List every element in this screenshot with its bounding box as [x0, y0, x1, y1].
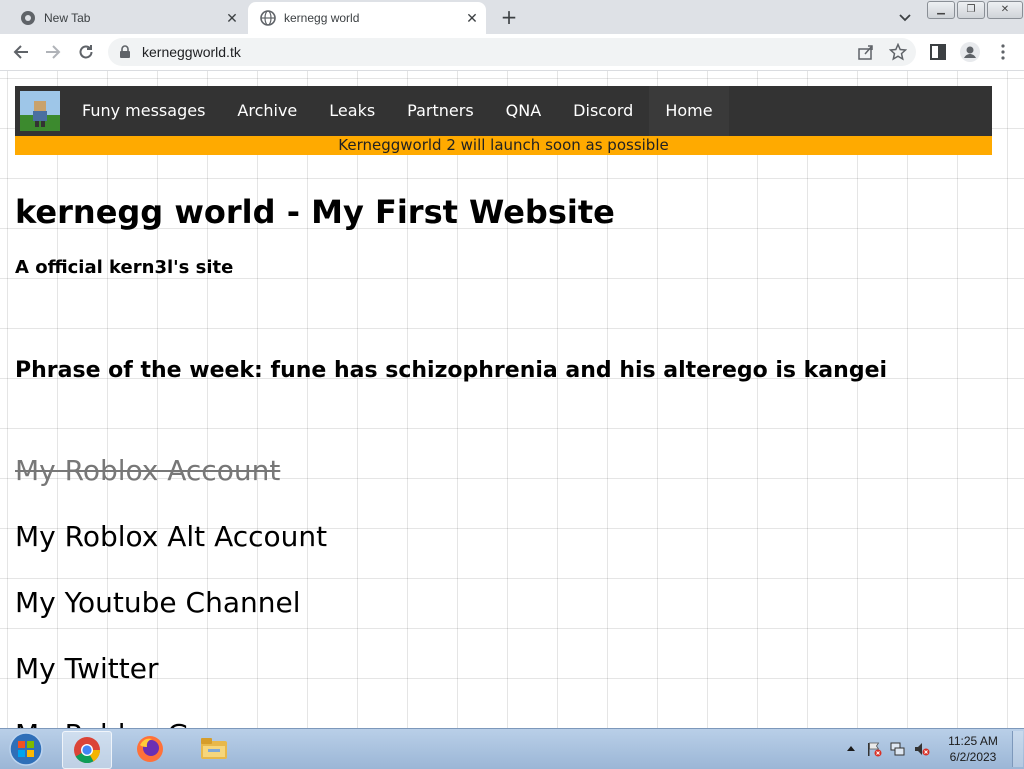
- site-navbar: Funy messages Archive Leaks Partners QNA…: [15, 86, 992, 136]
- nav-link-funy-messages[interactable]: Funy messages: [66, 86, 221, 136]
- lock-icon[interactable]: [118, 45, 132, 59]
- new-tab-button[interactable]: +: [498, 6, 520, 28]
- action-center-flag-icon[interactable]: [866, 741, 882, 757]
- tab-new-tab[interactable]: New Tab ✕: [8, 2, 246, 34]
- tab-kernegg-world[interactable]: kernegg world ✕: [248, 2, 486, 34]
- announcement-banner: Kerneggworld 2 will launch soon as possi…: [15, 136, 992, 155]
- back-arrow-icon[interactable]: [12, 43, 30, 61]
- page-subtitle: A official kern3l's site: [15, 257, 234, 278]
- firefox-icon: [137, 736, 163, 762]
- clock-date: 6/2/2023: [949, 750, 997, 764]
- tab-strip: New Tab ✕ kernegg world ✕ + ▁ ❐ ✕: [0, 0, 1024, 34]
- nav-link-partners[interactable]: Partners: [391, 86, 489, 136]
- window-close-button[interactable]: ✕: [987, 1, 1023, 19]
- phrase-of-the-week: Phrase of the week: fune has schizophren…: [15, 358, 888, 383]
- url-text: kerneggworld.tk: [142, 44, 241, 60]
- taskbar: 11:25 AM 6/2/2023: [0, 728, 1024, 769]
- menu-dots-icon[interactable]: [994, 43, 1012, 61]
- nav-link-qna[interactable]: QNA: [490, 86, 558, 136]
- taskbar-chrome[interactable]: [62, 731, 112, 769]
- nav-link-discord[interactable]: Discord: [557, 86, 649, 136]
- link-roblox-account[interactable]: My Roblox Account: [15, 454, 280, 487]
- globe-icon: [260, 10, 276, 26]
- link-youtube-channel[interactable]: My Youtube Channel: [15, 586, 300, 619]
- chrome-icon: [74, 737, 101, 764]
- link-roblox-group[interactable]: My Roblox G: [15, 718, 189, 728]
- tab-title: New Tab: [44, 11, 91, 25]
- start-button[interactable]: [6, 731, 46, 767]
- profile-avatar-icon[interactable]: [960, 42, 980, 62]
- window-controls: ▁ ❐ ✕: [927, 1, 1023, 19]
- chevron-down-icon[interactable]: [896, 8, 914, 26]
- taskbar-file-explorer[interactable]: [189, 731, 237, 767]
- web-page: Funy messages Archive Leaks Partners QNA…: [0, 71, 1024, 728]
- volume-muted-icon[interactable]: [914, 741, 930, 757]
- address-bar[interactable]: kerneggworld.tk: [108, 38, 916, 66]
- file-explorer-icon: [201, 738, 227, 759]
- system-clock[interactable]: 11:25 AM 6/2/2023: [940, 733, 1006, 765]
- side-panel-icon[interactable]: [929, 43, 947, 61]
- share-icon[interactable]: [857, 43, 875, 61]
- taskbar-firefox[interactable]: [126, 731, 174, 767]
- restore-button[interactable]: ❐: [957, 1, 985, 19]
- chevron-up-icon[interactable]: [846, 741, 856, 757]
- forward-arrow-icon[interactable]: [44, 43, 62, 61]
- star-icon[interactable]: [889, 43, 907, 61]
- network-icon[interactable]: [890, 741, 906, 757]
- reload-icon[interactable]: [77, 43, 95, 61]
- clock-time: 11:25 AM: [948, 734, 998, 748]
- page-title: kernegg world - My First Website: [15, 193, 615, 231]
- nav-link-leaks[interactable]: Leaks: [313, 86, 391, 136]
- nav-link-home[interactable]: Home: [649, 86, 729, 136]
- tab-title: kernegg world: [284, 11, 360, 25]
- link-twitter[interactable]: My Twitter: [15, 652, 158, 685]
- browser-toolbar: kerneggworld.tk: [0, 34, 1024, 71]
- minimize-button[interactable]: ▁: [927, 1, 955, 19]
- site-logo[interactable]: [20, 91, 60, 131]
- chrome-icon: [21, 11, 35, 25]
- close-icon[interactable]: ✕: [462, 10, 482, 27]
- show-desktop-button[interactable]: [1012, 731, 1023, 767]
- nav-link-archive[interactable]: Archive: [221, 86, 313, 136]
- close-icon[interactable]: ✕: [222, 10, 242, 27]
- link-roblox-alt-account[interactable]: My Roblox Alt Account: [15, 520, 327, 553]
